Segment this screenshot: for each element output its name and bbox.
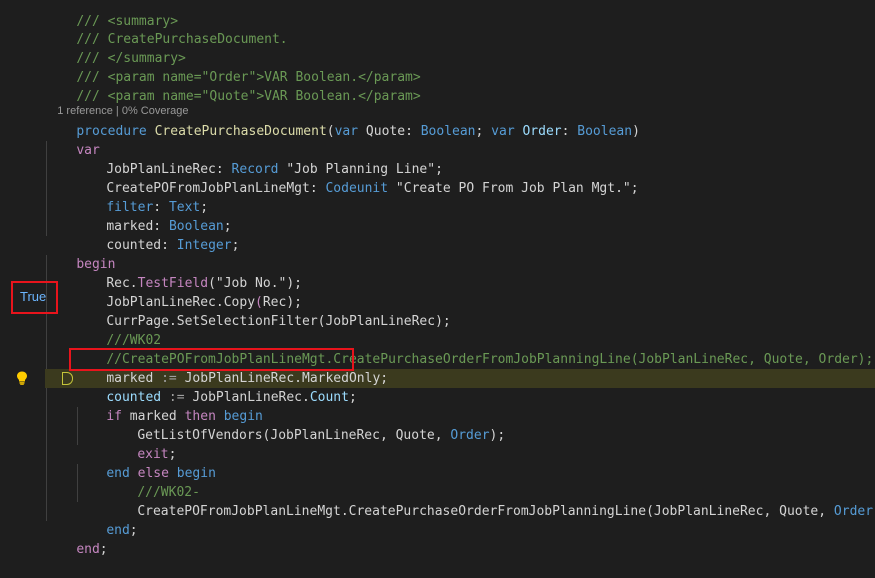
debug-value-tooltip[interactable]: True [20, 289, 46, 304]
code-line-25[interactable]: ///WK02- [106, 464, 875, 500]
punct: ; [99, 542, 108, 557]
editor-gutter[interactable] [0, 0, 44, 554]
code-line-9[interactable]: CreatePOFromJobPlanLineMgt: Codeunit "Cr… [75, 160, 875, 196]
code-line-7[interactable]: var [45, 122, 875, 158]
code-line-13[interactable]: begin [45, 236, 875, 272]
keyword: end [76, 542, 100, 557]
highlight-marked-line [69, 348, 354, 371]
code-line-15[interactable]: JobPlanLineRec.Copy(Rec); [75, 274, 875, 310]
code-line-28[interactable]: end; [45, 521, 875, 557]
code-line-20[interactable]: counted := JobPlanLineRec.Count; [75, 369, 875, 405]
code-line-8[interactable]: JobPlanLineRec: Record "Job Planning Lin… [75, 141, 875, 177]
code-line-10[interactable]: filter: Text; [75, 179, 875, 215]
code-line-12[interactable]: counted: Integer; [75, 217, 875, 253]
code-line-6[interactable]: procedure CreatePurchaseDocument(var Quo… [45, 103, 875, 139]
code-line-23[interactable]: exit; [106, 426, 875, 462]
code-line-2[interactable]: /// CreatePurchaseDocument. [45, 11, 875, 47]
lightbulb-icon[interactable] [16, 371, 28, 385]
code-line-11[interactable]: marked: Boolean; [75, 198, 875, 234]
code-line-14[interactable]: Rec.TestField("Job No."); [75, 255, 875, 291]
code-line-22[interactable]: GetListOfVendors(JobPlanLineRec, Quote, … [106, 407, 875, 443]
code-line-26[interactable]: CreatePOFromJobPlanLineMgt.CreatePurchas… [106, 483, 875, 519]
code-line-16[interactable]: CurrPage.SetSelectionFilter(JobPlanLineR… [75, 293, 875, 329]
code-line-4[interactable]: /// <param name="Order">VAR Boolean.</pa… [45, 49, 875, 85]
code-line-5[interactable]: /// <param name="Quote">VAR Boolean.</pa… [45, 68, 875, 104]
code-editor[interactable]: /// <summary> /// CreatePurchaseDocument… [0, 0, 875, 557]
code-line-17[interactable]: ///WK02 [75, 312, 875, 348]
breakpoint-marker-icon[interactable] [62, 372, 73, 385]
code-line-21[interactable]: if marked then begin [75, 388, 875, 424]
code-line-27[interactable]: end; [75, 502, 875, 538]
code-line-24[interactable]: end else begin [75, 445, 875, 481]
codelens-reference[interactable]: 1 reference | 0% Coverage [45, 87, 875, 117]
code-line-3[interactable]: /// </summary> [45, 30, 875, 66]
